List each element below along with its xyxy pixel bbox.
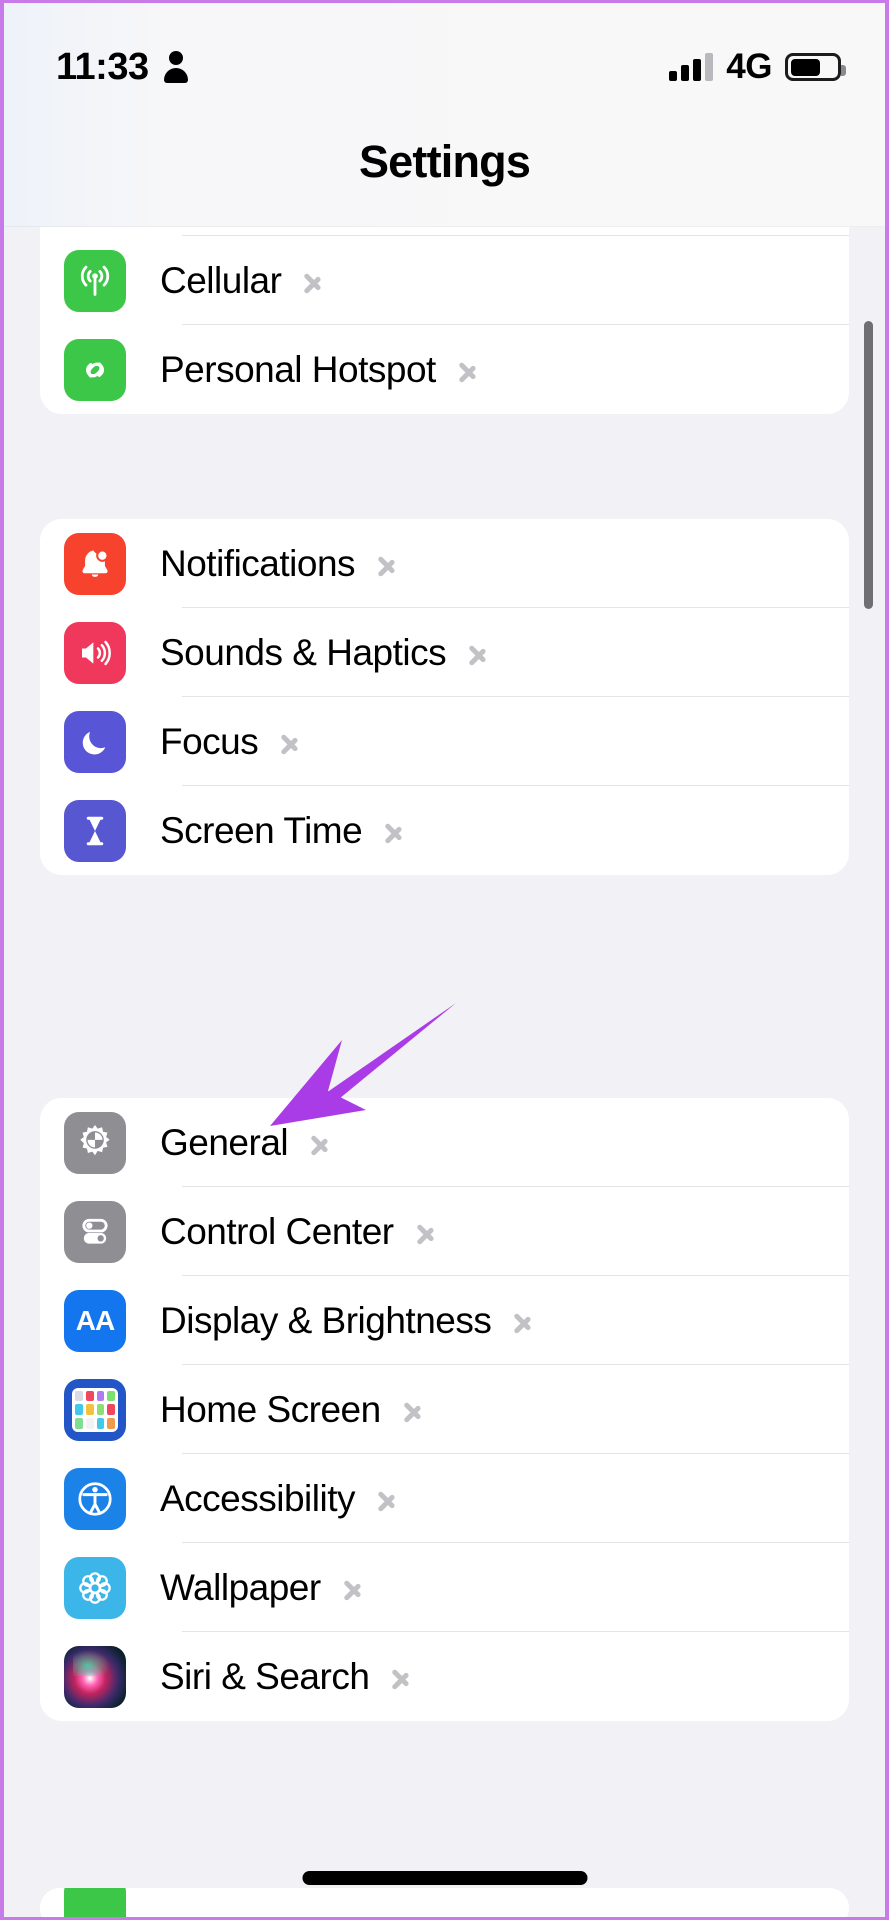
settings-row-label: Notifications — [160, 542, 356, 584]
settings-row-label: Cellular — [160, 259, 282, 301]
settings-row-display-brightness[interactable]: AA Display & Brightness — [40, 1276, 849, 1365]
app-grid-icon — [64, 1378, 126, 1441]
text-size-aa-icon: AA — [64, 1289, 126, 1352]
settings-row-home-screen[interactable]: Home Screen — [40, 1365, 849, 1454]
toggles-icon — [64, 1200, 126, 1263]
speaker-icon — [64, 621, 126, 684]
chevron-right-icon — [377, 1482, 397, 1516]
cellular-icon — [64, 249, 126, 312]
settings-group-alerts: Notifications Sounds & Haptics Focus Scr… — [40, 519, 849, 875]
chevron-right-icon — [377, 547, 397, 581]
settings-row-general[interactable]: General — [40, 1098, 849, 1187]
gear-icon — [64, 1111, 126, 1174]
network-type-label: 4G — [726, 47, 772, 86]
chevron-right-icon — [391, 1660, 411, 1694]
chevron-right-icon — [513, 1304, 533, 1338]
settings-row-wallpaper[interactable]: Wallpaper — [40, 1543, 849, 1632]
settings-group-system: General Control Center AA Display & Brig… — [40, 1098, 849, 1721]
app-dot-grid — [72, 1387, 118, 1432]
settings-row-label: Sounds & Haptics — [160, 631, 447, 673]
settings-row-sounds-haptics[interactable]: Sounds & Haptics — [40, 608, 849, 697]
page-title: Settings — [358, 136, 531, 187]
settings-row-focus[interactable]: Focus — [40, 697, 849, 786]
settings-row-label: Accessibility — [160, 1477, 356, 1519]
settings-row-label: Wallpaper — [160, 1566, 321, 1608]
settings-row-accessibility[interactable]: Accessibility — [40, 1454, 849, 1543]
settings-scroll-area[interactable]: Bluetooth Not Connected C — [4, 3, 885, 1917]
partial-green-icon — [64, 1888, 126, 1917]
chevron-right-icon — [280, 725, 300, 759]
chevron-right-icon — [403, 1393, 423, 1427]
chevron-right-icon — [303, 264, 323, 298]
siri-orb-icon — [64, 1645, 126, 1708]
settings-row-label: Home Screen — [160, 1388, 381, 1430]
status-bar: 11:33 4G — [4, 37, 885, 97]
flower-mandala-icon — [64, 1556, 126, 1619]
settings-row-label: Focus — [160, 720, 259, 762]
chevron-right-icon — [416, 1215, 436, 1249]
settings-row-cellular[interactable]: Cellular — [40, 236, 849, 325]
chevron-right-icon — [468, 636, 488, 670]
cellular-signal-icon — [669, 53, 714, 81]
vertical-scrollbar[interactable] — [864, 321, 873, 609]
battery-icon — [785, 53, 846, 81]
status-bar-right: 4G — [669, 47, 846, 87]
settings-row-notifications[interactable]: Notifications — [40, 519, 849, 608]
battery-fill — [790, 58, 820, 76]
settings-row-label: Screen Time — [160, 809, 363, 851]
status-time: 11:33 — [56, 45, 149, 88]
chevron-right-icon — [310, 1126, 330, 1160]
notifications-bell-icon — [64, 532, 126, 595]
settings-row-label: Personal Hotspot — [160, 348, 436, 390]
crescent-moon-icon — [64, 710, 126, 773]
settings-group-next-partial — [40, 1888, 849, 1917]
hourglass-icon — [64, 799, 126, 862]
accessibility-icon — [64, 1467, 126, 1530]
navigation-header: 11:33 4G Settings — [4, 3, 885, 227]
chevron-right-icon — [343, 1571, 363, 1605]
settings-row-label: Display & Brightness — [160, 1299, 492, 1341]
person-icon — [163, 50, 189, 84]
settings-row-control-center[interactable]: Control Center — [40, 1187, 849, 1276]
settings-row-siri-search[interactable]: Siri & Search — [40, 1632, 849, 1721]
chevron-right-icon — [384, 814, 404, 848]
settings-row-personal-hotspot[interactable]: Personal Hotspot — [40, 325, 849, 414]
settings-row-label: General — [160, 1121, 289, 1163]
home-indicator[interactable] — [302, 1871, 587, 1885]
settings-row-partial[interactable] — [40, 1888, 849, 1917]
phone-screen: Bluetooth Not Connected C — [0, 0, 889, 1920]
settings-row-screen-time[interactable]: Screen Time — [40, 786, 849, 875]
settings-row-label: Control Center — [160, 1210, 394, 1252]
personal-hotspot-icon — [64, 338, 126, 401]
aa-glyph: AA — [75, 1304, 115, 1336]
chevron-right-icon — [458, 353, 478, 387]
settings-row-label: Siri & Search — [160, 1655, 370, 1697]
